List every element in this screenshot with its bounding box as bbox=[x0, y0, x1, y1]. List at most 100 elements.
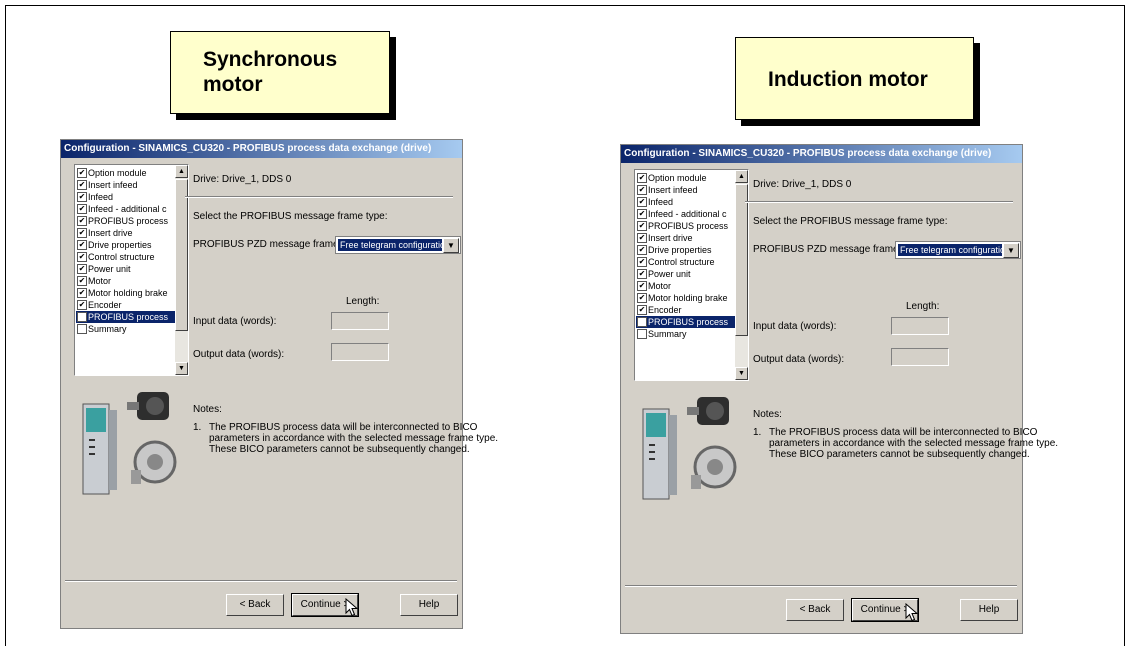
dropdown-arrow-icon[interactable]: ▼ bbox=[443, 238, 459, 253]
checkbox-unchecked-icon[interactable] bbox=[77, 324, 87, 334]
nav-item[interactable]: ✔ Insert drive bbox=[76, 227, 176, 239]
drive-label: Drive: Drive_1, DDS 0 bbox=[193, 174, 292, 185]
nav-item[interactable]: ✔ PROFIBUS process bbox=[76, 215, 176, 227]
pzd-frame-label: PROFIBUS PZD message frame: bbox=[193, 239, 342, 250]
checkbox-checked-icon[interactable]: ✔ bbox=[637, 221, 647, 231]
nav-item-label: Power unit bbox=[648, 269, 691, 279]
checkbox-checked-icon[interactable]: ✔ bbox=[637, 245, 647, 255]
scroll-down-arrow-icon[interactable]: ▼ bbox=[175, 362, 188, 375]
checkbox-checked-icon[interactable]: ✔ bbox=[637, 197, 647, 207]
nav-item[interactable]: ✔ Control structure bbox=[76, 251, 176, 263]
nav-item[interactable]: ✔ Power unit bbox=[636, 268, 736, 280]
checkbox-checked-icon[interactable]: ✔ bbox=[637, 293, 647, 303]
output-data-field[interactable] bbox=[891, 348, 949, 366]
checkbox-unchecked-icon[interactable] bbox=[637, 329, 647, 339]
checkbox-checked-icon[interactable]: ✔ bbox=[77, 168, 87, 178]
nav-item[interactable]: ✔ Drive properties bbox=[636, 244, 736, 256]
checkbox-unchecked-icon[interactable] bbox=[637, 317, 647, 327]
checkbox-checked-icon[interactable]: ✔ bbox=[637, 269, 647, 279]
checkbox-checked-icon[interactable]: ✔ bbox=[77, 192, 87, 202]
nav-item-label: Insert drive bbox=[648, 233, 693, 243]
checkbox-checked-icon[interactable]: ✔ bbox=[77, 288, 87, 298]
notes-heading: Notes: bbox=[753, 409, 782, 420]
nav-item[interactable]: PROFIBUS process bbox=[636, 316, 736, 328]
nav-item-label: Drive properties bbox=[88, 240, 152, 250]
checkbox-checked-icon[interactable]: ✔ bbox=[77, 228, 87, 238]
nav-item[interactable]: ✔ Control structure bbox=[636, 256, 736, 268]
nav-item[interactable]: ✔ Power unit bbox=[76, 263, 176, 275]
header-separator bbox=[185, 196, 453, 198]
footer-separator bbox=[65, 580, 457, 582]
nav-item[interactable]: Summary bbox=[636, 328, 736, 340]
checkbox-checked-icon[interactable]: ✔ bbox=[77, 276, 87, 286]
input-data-field[interactable] bbox=[891, 317, 949, 335]
nav-item[interactable]: Summary bbox=[76, 323, 176, 335]
output-data-field[interactable] bbox=[331, 343, 389, 361]
callout-line-1: Induction motor bbox=[768, 68, 928, 91]
callout-induction-motor: Induction motor bbox=[735, 37, 974, 120]
nav-item-label: Motor holding brake bbox=[648, 293, 728, 303]
checkbox-checked-icon[interactable]: ✔ bbox=[77, 204, 87, 214]
nav-item-label: Motor holding brake bbox=[88, 288, 168, 298]
checkbox-checked-icon[interactable]: ✔ bbox=[637, 209, 647, 219]
note-line-3: These BICO parameters cannot be subseque… bbox=[209, 444, 470, 455]
help-button[interactable]: Help bbox=[960, 599, 1018, 621]
nav-item[interactable]: ✔ Encoder bbox=[76, 299, 176, 311]
checkbox-unchecked-icon[interactable] bbox=[77, 312, 87, 322]
nav-item[interactable]: ✔ PROFIBUS process bbox=[636, 220, 736, 232]
nav-item-label: Infeed bbox=[648, 197, 674, 207]
nav-item[interactable]: ✔ Infeed - additional c bbox=[76, 203, 176, 215]
scrollbar-thumb[interactable] bbox=[735, 184, 748, 336]
checkbox-checked-icon[interactable]: ✔ bbox=[637, 233, 647, 243]
nav-item[interactable]: ✔ Encoder bbox=[636, 304, 736, 316]
wizard-nav-list[interactable]: ✔ Option module ✔ Insert infeed ✔ Infeed ✔ Infe… bbox=[634, 169, 749, 381]
checkbox-checked-icon[interactable]: ✔ bbox=[77, 264, 87, 274]
length-header: Length: bbox=[346, 296, 380, 307]
nav-item[interactable]: ✔ Option module bbox=[76, 167, 176, 179]
nav-item[interactable]: ✔ Motor bbox=[636, 280, 736, 292]
scroll-up-arrow-icon[interactable]: ▲ bbox=[735, 170, 748, 183]
checkbox-checked-icon[interactable]: ✔ bbox=[637, 185, 647, 195]
nav-item[interactable]: ✔ Infeed - additional c bbox=[636, 208, 736, 220]
dropdown-arrow-icon[interactable]: ▼ bbox=[1003, 243, 1019, 258]
nav-item[interactable]: ✔ Insert drive bbox=[636, 232, 736, 244]
checkbox-checked-icon[interactable]: ✔ bbox=[637, 257, 647, 267]
nav-item[interactable]: PROFIBUS process bbox=[76, 311, 176, 323]
input-data-field[interactable] bbox=[331, 312, 389, 330]
checkbox-checked-icon[interactable]: ✔ bbox=[77, 216, 87, 226]
checkbox-checked-icon[interactable]: ✔ bbox=[77, 240, 87, 250]
scrollbar-thumb[interactable] bbox=[175, 179, 188, 331]
nav-item[interactable]: ✔ Infeed bbox=[76, 191, 176, 203]
nav-item-label: Power unit bbox=[88, 264, 131, 274]
nav-item-label: Summary bbox=[648, 329, 687, 339]
nav-item[interactable]: ✔ Insert infeed bbox=[76, 179, 176, 191]
mouse-pointer-icon bbox=[345, 598, 359, 617]
back-button[interactable]: < Back bbox=[786, 599, 844, 621]
nav-item[interactable]: ✔ Motor holding brake bbox=[76, 287, 176, 299]
checkbox-checked-icon[interactable]: ✔ bbox=[637, 173, 647, 183]
nav-item[interactable]: ✔ Option module bbox=[636, 172, 736, 184]
dialog-title-bar: Configuration - SINAMICS_CU320 - PROFIBU… bbox=[61, 140, 462, 158]
checkbox-checked-icon[interactable]: ✔ bbox=[77, 252, 87, 262]
scroll-down-arrow-icon[interactable]: ▼ bbox=[735, 367, 748, 380]
nav-item[interactable]: ✔ Infeed bbox=[636, 196, 736, 208]
pzd-frame-select[interactable]: Free telegram configuration with BICO ▼ bbox=[335, 236, 461, 254]
back-button[interactable]: < Back bbox=[226, 594, 284, 616]
checkbox-checked-icon[interactable]: ✔ bbox=[637, 305, 647, 315]
pzd-frame-value: Free telegram configuration with BICO bbox=[897, 243, 1003, 257]
nav-item[interactable]: ✔ Insert infeed bbox=[636, 184, 736, 196]
help-button[interactable]: Help bbox=[400, 594, 458, 616]
pzd-frame-select[interactable]: Free telegram configuration with BICO ▼ bbox=[895, 241, 1021, 259]
wizard-nav-list[interactable]: ✔ Option module ✔ Insert infeed ✔ Infeed ✔ Infe… bbox=[74, 164, 189, 376]
nav-item[interactable]: ✔ Drive properties bbox=[76, 239, 176, 251]
nav-item[interactable]: ✔ Motor holding brake bbox=[636, 292, 736, 304]
nav-item-label: PROFIBUS process bbox=[88, 216, 169, 226]
checkbox-checked-icon[interactable]: ✔ bbox=[77, 300, 87, 310]
config-dialog-induction: Configuration - SINAMICS_CU320 - PROFIBU… bbox=[620, 144, 1058, 634]
nav-item[interactable]: ✔ Motor bbox=[76, 275, 176, 287]
scroll-up-arrow-icon[interactable]: ▲ bbox=[175, 165, 188, 178]
note-number: 1. bbox=[193, 422, 202, 433]
checkbox-checked-icon[interactable]: ✔ bbox=[637, 281, 647, 291]
checkbox-checked-icon[interactable]: ✔ bbox=[77, 180, 87, 190]
nav-item-label: PROFIBUS process bbox=[648, 317, 729, 327]
